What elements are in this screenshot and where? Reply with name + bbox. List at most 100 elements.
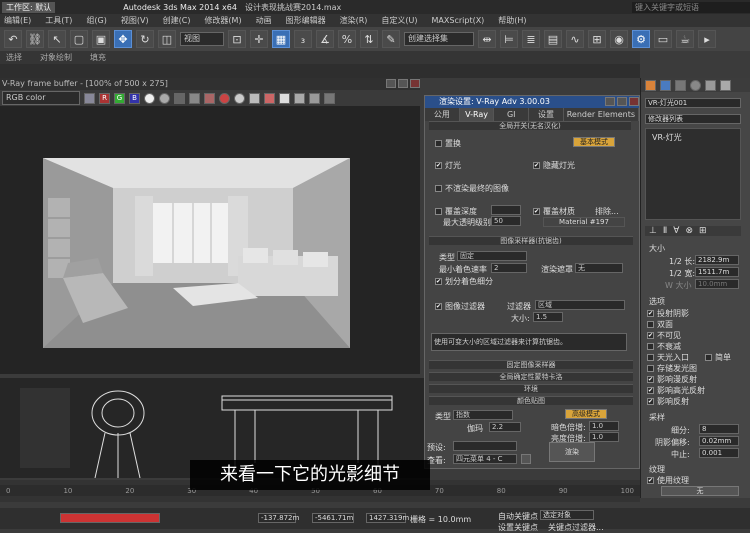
menu-item[interactable]: 自定义(U) — [381, 15, 417, 26]
modifier-stack[interactable]: VR-灯光 — [645, 128, 741, 220]
rect-select-icon[interactable]: ▢ — [70, 30, 88, 48]
ribbon-tab[interactable]: 填充 — [90, 52, 106, 63]
gamma-field[interactable]: 2.2 — [489, 422, 521, 432]
color-swatch-icon[interactable] — [84, 92, 95, 104]
object-name-field[interactable]: VR-灯光001 — [645, 98, 741, 108]
search-input[interactable]: 键入关键字或短语 — [632, 1, 750, 13]
workspace-dropdown[interactable]: 工作区: 默认 — [2, 1, 56, 13]
expert-mode-button[interactable]: 高级模式 — [565, 409, 607, 419]
blue-channel-button[interactable]: B — [129, 92, 140, 104]
menu-item[interactable]: 编辑(E) — [4, 15, 31, 26]
use-texture-checkbox[interactable]: ✔ 使用纹理 — [647, 475, 689, 486]
tab-vray[interactable]: V-Ray — [459, 108, 495, 121]
view-dropdown[interactable]: 四元菜单 4 - C — [453, 454, 517, 464]
schematic-icon[interactable]: ⊞ — [588, 30, 606, 48]
graphite-icon[interactable]: ▤ — [544, 30, 562, 48]
color-correct-icon[interactable] — [279, 92, 290, 104]
move-icon[interactable]: ✥ — [114, 30, 132, 48]
lens-effects-icon[interactable] — [264, 92, 275, 104]
track-mouse-icon[interactable] — [234, 92, 245, 104]
unique-icon[interactable]: ∀ — [673, 226, 679, 236]
named-selection-dropdown[interactable]: 创建选择集 — [404, 32, 474, 46]
dark-mult-field[interactable]: 1.0 — [589, 421, 619, 431]
save-icon[interactable] — [174, 92, 185, 104]
tab-render-elements[interactable]: Render Elements — [564, 108, 639, 121]
ribbon-tab[interactable]: 选择 — [6, 52, 22, 63]
x-coord-field[interactable]: -137.872m — [258, 513, 299, 523]
cutoff-field[interactable]: 0.001 — [699, 448, 739, 458]
section-image-sampler[interactable]: 图像采样器(抗锯齿) — [429, 236, 633, 245]
menu-item[interactable]: 帮助(H) — [498, 15, 526, 26]
minimize-icon[interactable] — [605, 97, 615, 106]
subdivs-field[interactable]: 8 — [699, 424, 739, 434]
section-color-mapping[interactable]: 颜色贴图 — [429, 396, 633, 405]
render-iterative-icon[interactable]: ▸ — [698, 30, 716, 48]
affect-reflection-checkbox[interactable]: ✔ 影响反射 — [647, 396, 689, 407]
history-icon[interactable] — [309, 92, 320, 104]
minimize-icon[interactable] — [386, 79, 396, 88]
scale-icon[interactable]: ◫ — [158, 30, 176, 48]
key-filters-button[interactable]: 关键点过滤器... — [548, 522, 604, 533]
override-mtl-checkbox[interactable]: ✔ 覆盖材质 — [533, 206, 575, 217]
remove-modifier-icon[interactable]: ⊗ — [685, 226, 693, 236]
set-key-button[interactable]: 设置关键点 — [498, 522, 538, 533]
section-fixed-sampler[interactable]: 固定图像采样器 — [429, 360, 633, 369]
half-length-field[interactable]: 2182.9m — [695, 255, 739, 265]
affect-diffuse-checkbox[interactable]: ✔ 影响漫反射 — [647, 374, 697, 385]
section-dmc[interactable]: 全局确定性蒙特卡洛 — [429, 372, 633, 381]
skylight-portal-checkbox[interactable]: 天光入口 — [647, 352, 689, 363]
menu-item[interactable]: 视图(V) — [121, 15, 149, 26]
render-mask-dropdown[interactable]: 无 — [575, 263, 623, 273]
bright-mult-field[interactable]: 1.0 — [589, 432, 619, 442]
cast-shadows-checkbox[interactable]: ✔ 投射阴影 — [647, 308, 689, 319]
override-checkbox[interactable]: 置换 — [435, 138, 461, 149]
red-channel-button[interactable]: R — [99, 92, 110, 104]
material-button[interactable]: Material #197 — [543, 217, 625, 227]
close-icon[interactable] — [410, 79, 420, 88]
region-render-icon[interactable] — [219, 92, 230, 104]
channel-dropdown[interactable]: RGB color — [2, 91, 80, 105]
select-icon[interactable]: ↖ — [48, 30, 66, 48]
pivot-icon[interactable]: ⊡ — [228, 30, 246, 48]
z-coord-field[interactable]: 1427.319m — [366, 513, 409, 523]
shadow-bias-field[interactable]: 0.02mm — [699, 436, 739, 446]
preset-dropdown[interactable] — [453, 441, 517, 451]
select-manipulate-icon[interactable]: ✛ — [250, 30, 268, 48]
modify-tab-icon[interactable] — [660, 80, 671, 91]
options-section-label[interactable]: 选项 — [649, 296, 665, 307]
snap-icon[interactable]: ₃ — [294, 30, 312, 48]
menu-item[interactable]: 创建(C) — [163, 15, 191, 26]
filter-size-field[interactable]: 1.5 — [533, 312, 563, 322]
edit-named-sel-icon[interactable]: ✎ — [382, 30, 400, 48]
section-environment[interactable]: 环境 — [429, 384, 633, 393]
y-coord-field[interactable]: -5461.71m — [312, 513, 354, 523]
window-crossing-icon[interactable]: ▣ — [92, 30, 110, 48]
angle-snap-icon[interactable]: ∡ — [316, 30, 334, 48]
motion-tab-icon[interactable] — [690, 80, 701, 91]
section-global-switches[interactable]: 全局开关(无名汉化) — [429, 121, 631, 130]
sampler-type-dropdown[interactable]: 固定 — [457, 251, 527, 261]
spinner-snap-icon[interactable]: ⇅ — [360, 30, 378, 48]
half-width-field[interactable]: 1511.7m — [695, 267, 739, 277]
configure-icon[interactable]: ⊞ — [699, 226, 707, 236]
stamp-icon[interactable] — [324, 92, 335, 104]
material-editor-icon[interactable]: ◉ — [610, 30, 628, 48]
tab-settings[interactable]: 设置 — [529, 108, 564, 121]
rotate-icon[interactable]: ↻ — [136, 30, 154, 48]
ribbon-tab[interactable]: 对象绘制 — [40, 52, 72, 63]
link-icon[interactable]: ⛓ — [26, 30, 44, 48]
lut-icon[interactable] — [294, 92, 305, 104]
render-button[interactable]: 渲染 — [549, 442, 595, 462]
keyboard-shortcut-icon[interactable]: ▦ — [272, 30, 290, 48]
dialog-title-bar[interactable]: 渲染设置: V-Ray Adv 3.00.03 — [425, 96, 639, 108]
layer-icon[interactable]: ≣ — [522, 30, 540, 48]
double-sided-checkbox[interactable]: 双面 — [647, 319, 673, 330]
render-frame-icon[interactable]: ▭ — [654, 30, 672, 48]
menu-item[interactable]: 动画 — [256, 15, 272, 26]
show-end-icon[interactable]: Ⅱ — [663, 226, 667, 236]
curve-editor-icon[interactable]: ∿ — [566, 30, 584, 48]
texture-section-label[interactable]: 纹理 — [649, 464, 665, 475]
no-final-render-checkbox[interactable]: 不渲染最终的图像 — [435, 183, 509, 194]
affect-specular-checkbox[interactable]: ✔ 影响高光反射 — [647, 385, 705, 396]
modifier-list-dropdown[interactable]: 修改器列表 — [645, 114, 741, 124]
